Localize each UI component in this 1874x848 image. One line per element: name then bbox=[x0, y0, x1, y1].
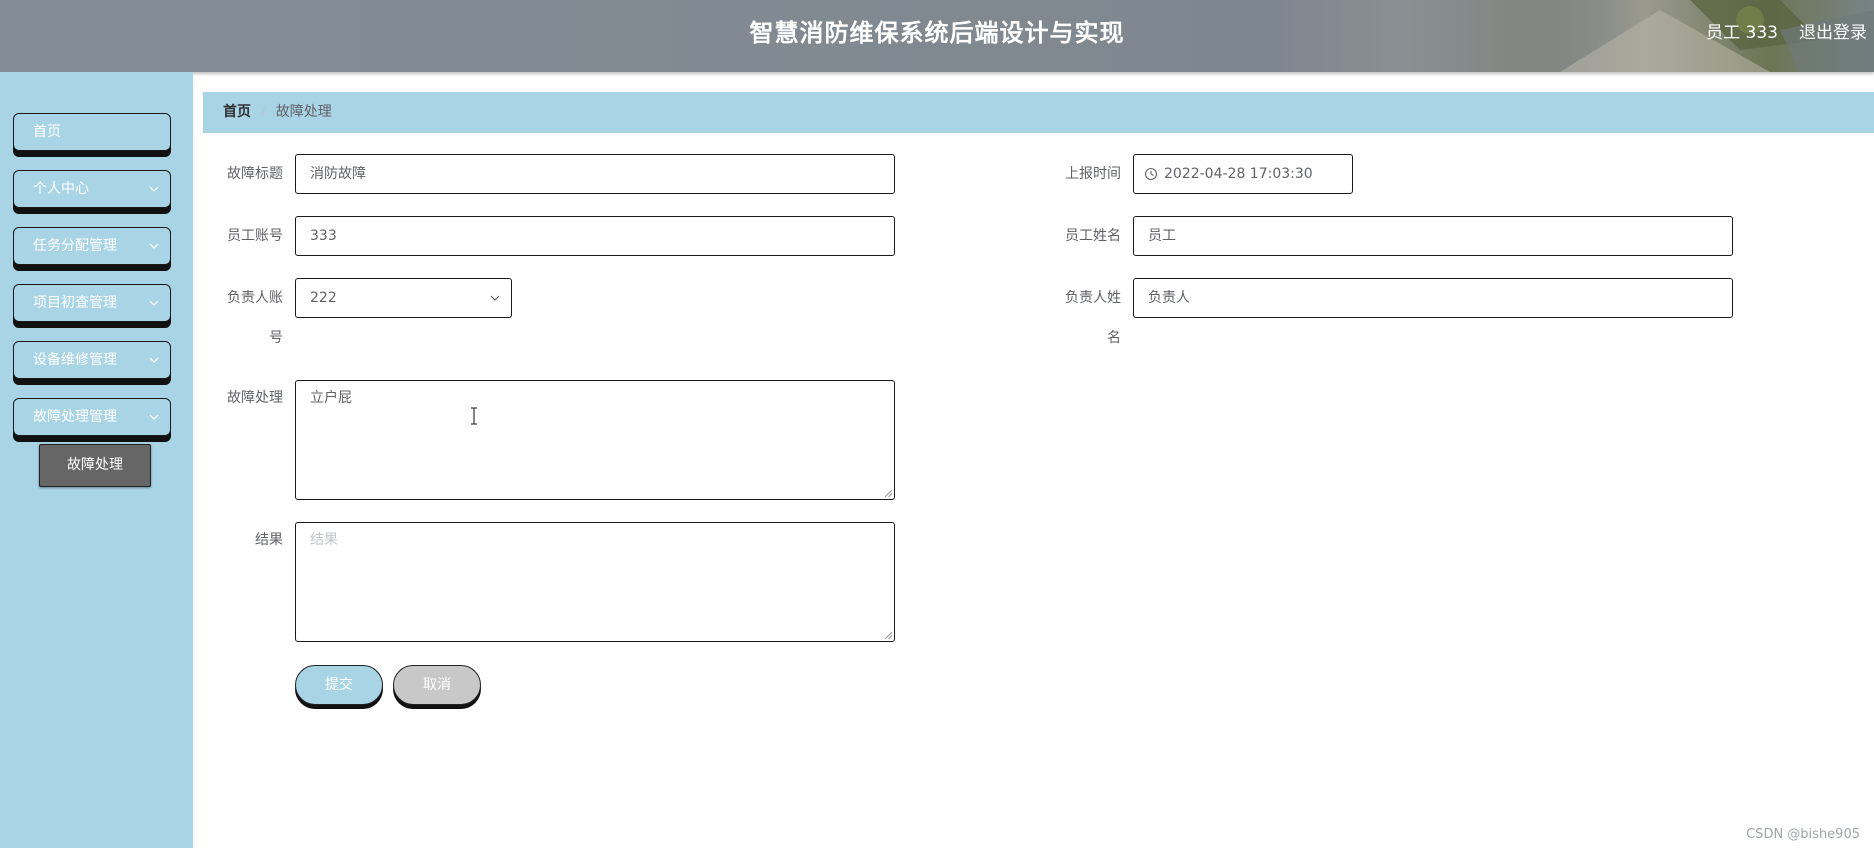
sidebar-item-personal-center[interactable]: 个人中心 bbox=[13, 170, 171, 208]
top-header: 智慧消防维保系统后端设计与实现 员工 333 退出登录 bbox=[0, 0, 1874, 72]
clock-icon bbox=[1144, 167, 1158, 181]
breadcrumb-home[interactable]: 首页 bbox=[223, 104, 251, 120]
chevron-down-icon bbox=[149, 357, 159, 363]
breadcrumb-separator: / bbox=[261, 104, 266, 120]
sidebar-item-label: 故障处理管理 bbox=[33, 409, 117, 425]
sidebar-item-equipment-repair[interactable]: 设备维修管理 bbox=[13, 341, 171, 379]
result-label: 结果 bbox=[255, 532, 283, 548]
result-placeholder: 结果 bbox=[310, 532, 338, 548]
report-time-label: 上报时间 bbox=[1065, 166, 1121, 182]
resize-grip-icon[interactable] bbox=[884, 631, 893, 640]
manager-name-label-line1: 负责人姓 bbox=[1065, 290, 1121, 306]
sidebar-item-label: 项目初查管理 bbox=[33, 295, 117, 311]
fault-title-label: 故障标题 bbox=[227, 166, 283, 182]
chevron-down-icon bbox=[490, 295, 500, 301]
chevron-down-icon bbox=[149, 243, 159, 249]
sidebar-item-label: 设备维修管理 bbox=[33, 352, 117, 368]
sidebar-item-task-assignment[interactable]: 任务分配管理 bbox=[13, 227, 171, 265]
submit-button[interactable]: 提交 bbox=[295, 665, 383, 705]
breadcrumb: 首页 / 故障处理 bbox=[203, 92, 1874, 133]
staff-account-input[interactable]: 333 bbox=[295, 216, 895, 256]
chevron-down-icon bbox=[149, 186, 159, 192]
sidebar-item-home[interactable]: 首页 bbox=[13, 113, 171, 151]
chevron-down-icon bbox=[149, 414, 159, 420]
sidebar-item-label: 任务分配管理 bbox=[33, 238, 117, 254]
breadcrumb-current: 故障处理 bbox=[275, 104, 332, 120]
manager-name-label: 负责人姓 名 bbox=[1041, 286, 1121, 350]
watermark: CSDN @bishe905 bbox=[1746, 827, 1860, 842]
report-time-picker[interactable]: 2022-04-28 17:03:30 bbox=[1133, 154, 1353, 194]
manager-account-value: 222 bbox=[310, 290, 337, 306]
chevron-down-icon bbox=[149, 300, 159, 306]
staff-account-label: 员工账号 bbox=[227, 228, 283, 244]
staff-name-input[interactable]: 员工 bbox=[1133, 216, 1733, 256]
fault-handling-label: 故障处理 bbox=[227, 390, 283, 406]
sidebar-item-label: 首页 bbox=[33, 124, 61, 140]
report-time-value: 2022-04-28 17:03:30 bbox=[1164, 166, 1313, 182]
cancel-button[interactable]: 取消 bbox=[393, 665, 481, 705]
manager-account-label-line2: 号 bbox=[269, 330, 283, 346]
manager-name-input[interactable]: 负责人 bbox=[1133, 278, 1733, 318]
manager-account-select[interactable]: 222 bbox=[295, 278, 512, 318]
result-textarea[interactable]: 结果 bbox=[295, 522, 895, 642]
staff-name-label: 员工姓名 bbox=[1065, 228, 1121, 244]
sidebar-item-initial-inspection[interactable]: 项目初查管理 bbox=[13, 284, 171, 322]
current-user: 员工 333 bbox=[1706, 23, 1778, 43]
manager-account-label: 负责人账 号 bbox=[203, 286, 283, 350]
text-cursor-icon bbox=[471, 407, 477, 425]
manager-account-label-line1: 负责人账 bbox=[227, 290, 283, 306]
fault-handling-text: 立户屁 bbox=[310, 390, 352, 406]
logout-link[interactable]: 退出登录 bbox=[1799, 0, 1867, 66]
sidebar-item-label: 个人中心 bbox=[33, 181, 89, 197]
sidebar-subitem-fault-handling[interactable]: 故障处理 bbox=[39, 444, 151, 487]
sidebar-item-fault-handling[interactable]: 故障处理管理 bbox=[13, 398, 171, 436]
resize-grip-icon[interactable] bbox=[884, 489, 893, 498]
manager-name-label-line2: 名 bbox=[1107, 330, 1121, 346]
system-title: 智慧消防维保系统后端设计与实现 bbox=[749, 19, 1125, 47]
fault-handling-textarea[interactable]: 立户屁 bbox=[295, 380, 895, 500]
fault-title-input[interactable]: 消防故障 bbox=[295, 154, 895, 194]
